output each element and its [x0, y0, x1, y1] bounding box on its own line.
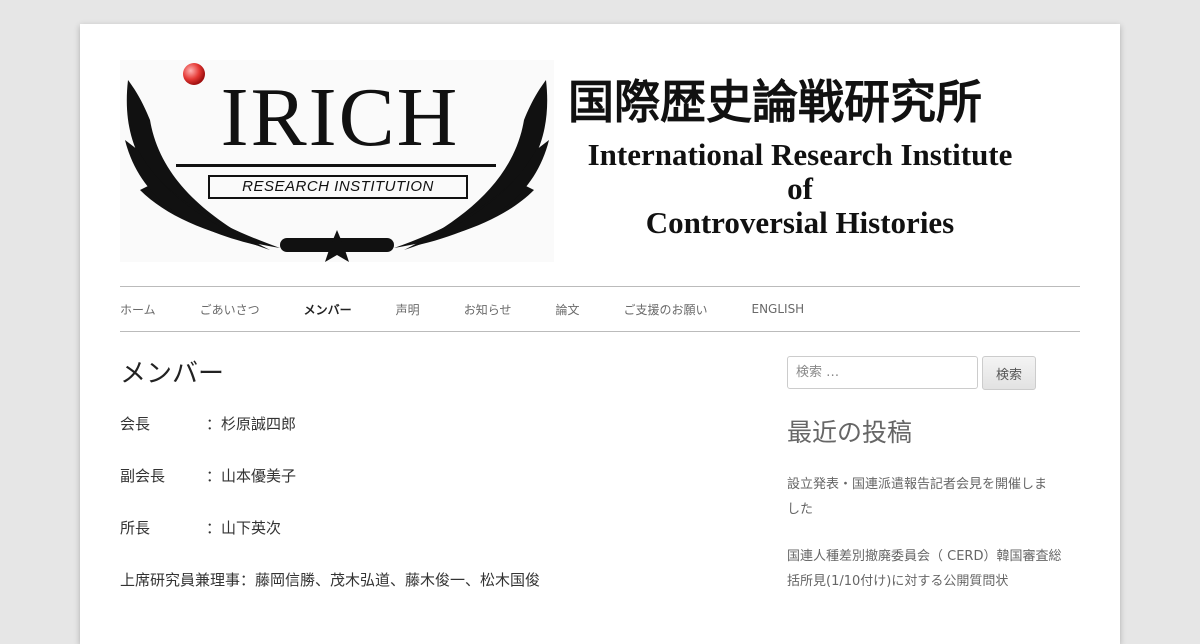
search-button[interactable]: 検索: [982, 356, 1036, 390]
recent-posts-title: 最近の投稿: [787, 418, 913, 447]
site-title-en: International Research Institute of Cont…: [560, 138, 1040, 240]
member-row: 会長 ：杉原誠四郎: [120, 412, 740, 464]
sidebar: 検索 最近の投稿 設立発表・国連派遣報告記者会見を開催しま した 国連人種差別撤…: [787, 356, 1080, 616]
recent-post-line: 設立発表・国連派遣報告記者会見を開催しま: [787, 477, 1048, 492]
nav-item-support[interactable]: ご支援のお願い: [623, 301, 707, 318]
main-nav: ホーム ごあいさつ メンバー 声明 お知らせ 論文 ご支援のお願い ENGLIS…: [120, 286, 1080, 332]
member-row: 上席研究員兼理事：藤岡信勝、茂木弘道、藤木俊一、松木国俊: [120, 568, 740, 620]
search-input[interactable]: [787, 356, 978, 389]
nav-item-greeting[interactable]: ごあいさつ: [200, 301, 260, 318]
member-names: ：藤岡信勝、茂木弘道、藤木俊一、松木国俊: [240, 571, 541, 589]
site-title-en-line2: of: [787, 171, 813, 206]
main-content: メンバー 会長 ：杉原誠四郎 副会長 ：山本優美子 所長 ：山下英次 上席研究員兼理事…: [120, 354, 740, 620]
recent-post-link[interactable]: 設立発表・国連派遣報告記者会見を開催しま した: [787, 472, 1080, 522]
nav-item-papers[interactable]: 論文: [555, 301, 579, 318]
recent-post-line: した: [787, 502, 814, 517]
nav-item-statements[interactable]: 声明: [396, 301, 420, 318]
header-banner[interactable]: IRICH RESEARCH INSTITUTION 国際歴史論戦研究所 Int…: [120, 60, 1040, 262]
member-row: 所長 ：山下英次: [120, 516, 740, 568]
recent-post-line: 国連人種差別撤廃委員会（ CERD）韓国審査総: [787, 549, 1062, 564]
page-title: メンバー: [120, 359, 225, 389]
nav-item-english[interactable]: ENGLISH: [751, 302, 804, 316]
nav-item-home[interactable]: ホーム: [120, 301, 156, 318]
site-title-en-line3: Controversial Histories: [645, 205, 955, 240]
member-names: ：山下英次: [206, 519, 282, 537]
member-role: 会長: [120, 415, 151, 433]
member-row: 副会長 ：山本優美子: [120, 464, 740, 516]
member-list: 会長 ：杉原誠四郎 副会長 ：山本優美子 所長 ：山下英次 上席研究員兼理事：藤岡信勝…: [120, 412, 740, 620]
logo-subtitle: RESEARCH INSTITUTION: [208, 175, 468, 199]
nav-item-members[interactable]: メンバー: [304, 301, 352, 318]
nav-item-news[interactable]: お知らせ: [464, 301, 512, 318]
member-names: ：山本優美子: [206, 467, 297, 485]
recent-post-line: 括所見(1/10付け)に対する公開質問状: [787, 574, 1009, 589]
search-form: 検索: [787, 356, 1080, 390]
member-role: 上席研究員兼理事: [120, 571, 241, 589]
logo-text: IRICH: [220, 71, 460, 164]
site-title-en-line1: International Research Institute: [587, 137, 1013, 172]
recent-post-link[interactable]: 国連人種差別撤廃委員会（ CERD）韓国審査総 括所見(1/10付け)に対する公…: [787, 544, 1080, 594]
member-role: 所長: [120, 519, 151, 537]
site-title-jp: 国際歴史論戦研究所: [568, 75, 982, 129]
irich-logo: IRICH RESEARCH INSTITUTION: [120, 60, 554, 262]
member-names: ：杉原誠四郎: [206, 415, 297, 433]
member-role: 副会長: [120, 467, 166, 485]
page-container: IRICH RESEARCH INSTITUTION 国際歴史論戦研究所 Int…: [80, 24, 1120, 644]
